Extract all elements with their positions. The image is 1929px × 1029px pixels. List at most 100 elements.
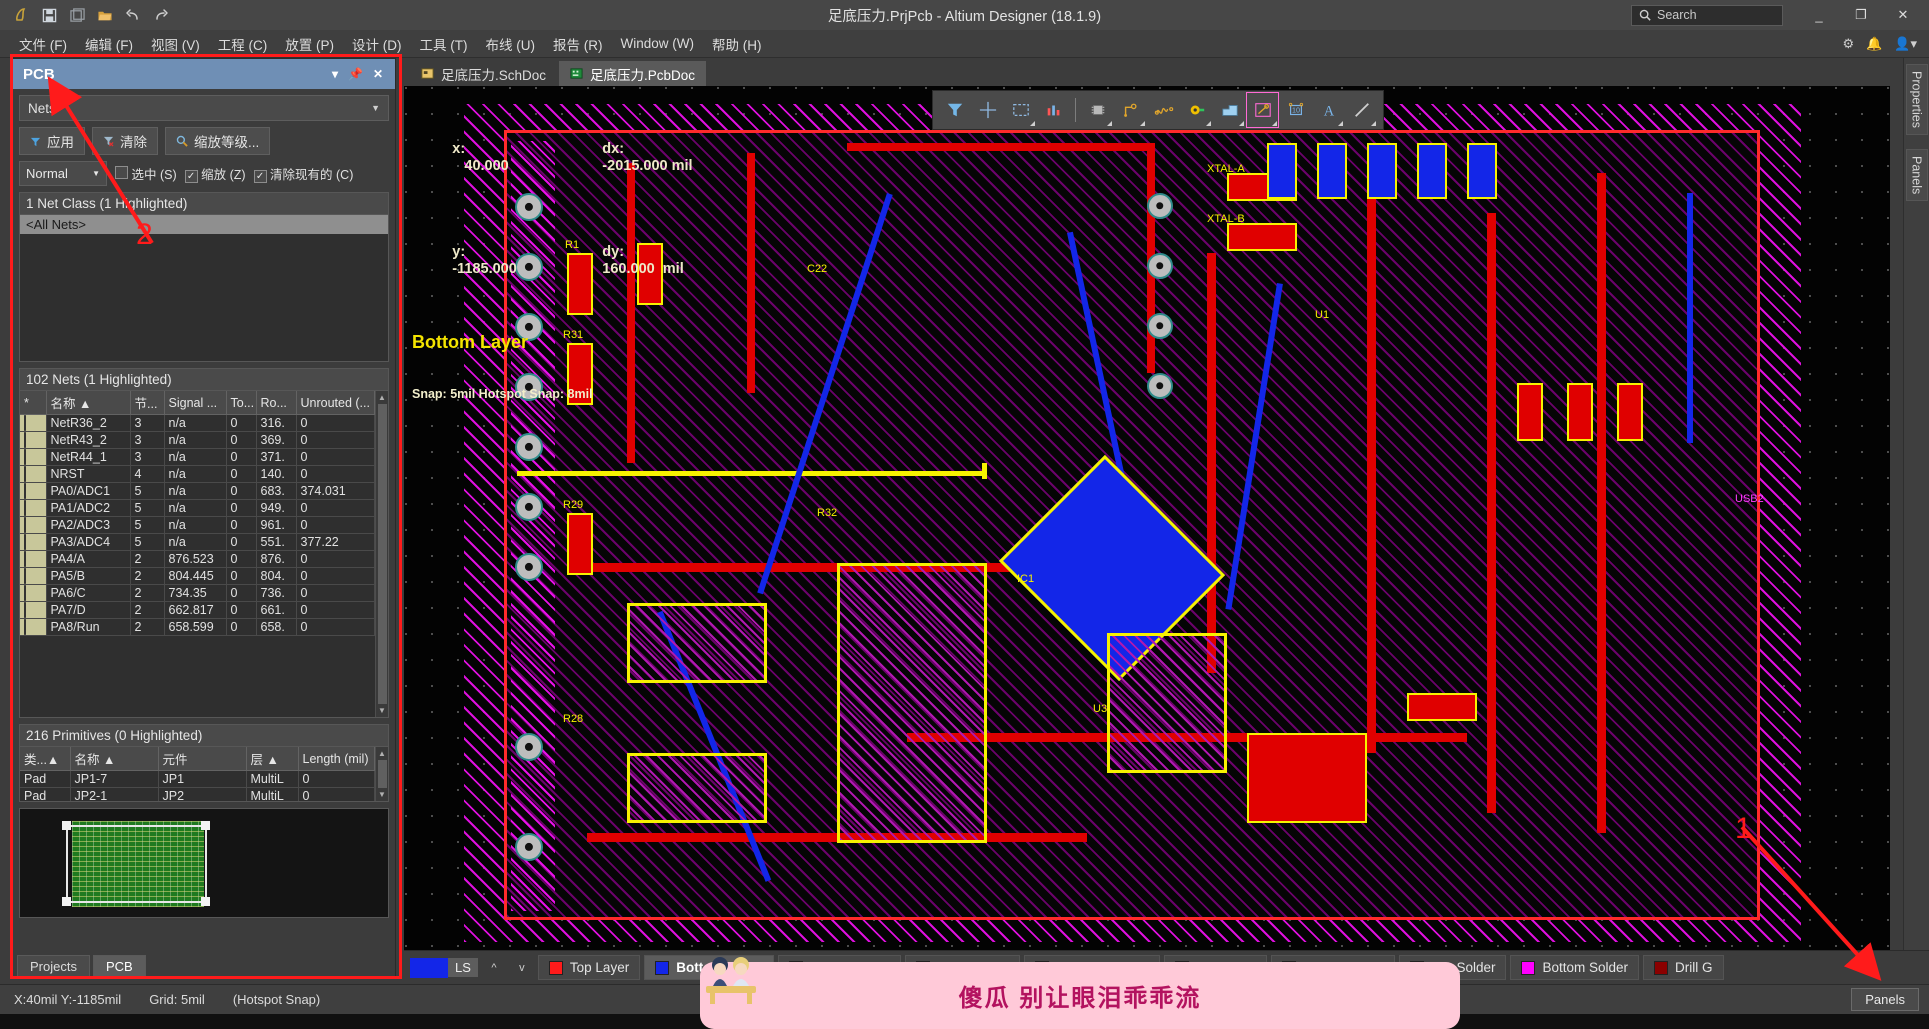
table-row[interactable]: NRST4n/a0140.0 xyxy=(20,466,375,483)
drill-table-icon[interactable]: 10 xyxy=(1280,93,1311,127)
component-block-4[interactable] xyxy=(1107,633,1227,773)
pad-blue-top-3[interactable] xyxy=(1367,143,1397,199)
filter-funnel-icon[interactable] xyxy=(939,93,970,127)
panels-button[interactable]: Panels xyxy=(1851,988,1919,1011)
table-row[interactable]: PA1/ADC25n/a0949.0 xyxy=(20,500,375,517)
pad-blue-top-4[interactable] xyxy=(1417,143,1447,199)
net-color-swatch[interactable] xyxy=(20,585,46,602)
chevron-down-icon[interactable]: ▾ xyxy=(332,67,338,81)
layer-set-selector[interactable]: LS xyxy=(410,958,478,978)
clear-existing-checkbox[interactable]: ✓ xyxy=(254,170,267,183)
apply-button[interactable]: 应用 xyxy=(19,127,85,155)
option-zoom[interactable]: ✓ 缩放 (Z) xyxy=(185,164,246,184)
via-9[interactable] xyxy=(515,833,543,861)
close-button[interactable]: ✕ xyxy=(1883,1,1923,29)
vtab-properties[interactable]: Properties xyxy=(1906,64,1928,135)
pcb-canvas[interactable]: R1 R31 R29 R28 C22 XTAL-A XTAL-B R32 IC1… xyxy=(404,86,1890,950)
pad-u2-body[interactable] xyxy=(1247,733,1367,823)
pad-r11[interactable] xyxy=(1517,383,1543,441)
nets-table[interactable]: * 名称 ▲ 节... Signal ... To... Ro... Unrou… xyxy=(20,391,375,636)
table-row[interactable]: PA8/Run2658.5990658.0 xyxy=(20,619,375,636)
differential-pair-icon[interactable] xyxy=(1148,93,1179,127)
table-row[interactable]: PadJP2-1JP2MultiL0 xyxy=(20,788,375,802)
layer-chip-bottom-solder[interactable]: Bottom Solder xyxy=(1510,955,1639,980)
pad-r12[interactable] xyxy=(1567,383,1593,441)
menu-tools[interactable]: 工具 (T) xyxy=(411,31,477,57)
menu-route[interactable]: 布线 (U) xyxy=(477,31,545,57)
net-color-swatch[interactable] xyxy=(20,551,46,568)
open-folder-icon[interactable] xyxy=(92,3,118,27)
board-preview[interactable] xyxy=(19,808,389,918)
pad-blue-top-5[interactable] xyxy=(1467,143,1497,199)
via-11[interactable] xyxy=(1147,253,1173,279)
via-13[interactable] xyxy=(1147,373,1173,399)
net-color-swatch[interactable] xyxy=(20,466,46,483)
net-class-item-all-nets[interactable]: <All Nets> xyxy=(20,215,388,234)
clear-button[interactable]: 清除 xyxy=(92,127,158,155)
redo-icon[interactable] xyxy=(148,3,174,27)
global-search-box[interactable]: Search xyxy=(1631,5,1783,26)
pad-xtal-b[interactable] xyxy=(1227,223,1297,251)
component-block-2[interactable] xyxy=(627,603,767,683)
scroll-down-icon[interactable]: ▼ xyxy=(378,706,386,715)
gear-icon[interactable]: ⚙ xyxy=(1842,36,1854,52)
save-all-icon[interactable] xyxy=(64,3,90,27)
table-row[interactable]: PA6/C2734.350736.0 xyxy=(20,585,375,602)
menu-reports[interactable]: 报告 (R) xyxy=(544,31,612,57)
via-12[interactable] xyxy=(1147,313,1173,339)
net-color-swatch[interactable] xyxy=(20,534,46,551)
panel-tab-pcb[interactable]: PCB xyxy=(93,955,146,977)
save-icon[interactable] xyxy=(36,3,62,27)
layer-set-label[interactable]: LS xyxy=(448,958,478,977)
select-rect-icon[interactable] xyxy=(1005,93,1036,127)
polygon-pour-icon[interactable] xyxy=(1214,93,1245,127)
option-clear-existing[interactable]: ✓ 清除现有的 (C) xyxy=(254,164,354,184)
nets-col-to[interactable]: To... xyxy=(226,391,256,415)
layer-scroll-down-icon[interactable]: v xyxy=(510,957,534,979)
net-color-swatch[interactable] xyxy=(20,483,46,500)
component-ic-icon[interactable] xyxy=(1082,93,1113,127)
pad-r13[interactable] xyxy=(1617,383,1643,441)
prim-col-layer[interactable]: 层 ▲ xyxy=(246,747,298,771)
altium-logo-icon[interactable] xyxy=(8,3,34,27)
menu-project[interactable]: 工程 (C) xyxy=(209,31,277,57)
nets-col-name[interactable]: 名称 ▲ xyxy=(46,391,130,415)
scroll-up-icon[interactable]: ▲ xyxy=(378,393,386,402)
prim-col-length[interactable]: Length (mil) xyxy=(298,747,375,771)
zoom-checkbox[interactable]: ✓ xyxy=(185,170,198,183)
menu-help[interactable]: 帮助 (H) xyxy=(703,31,771,57)
primitives-scrollbar[interactable]: ▲ ▼ xyxy=(375,747,388,801)
nets-col-ro[interactable]: Ro... xyxy=(256,391,296,415)
net-color-swatch[interactable] xyxy=(20,517,46,534)
route-net-icon[interactable] xyxy=(1115,93,1146,127)
via-8[interactable] xyxy=(515,733,543,761)
via-10[interactable] xyxy=(1147,193,1173,219)
primitives-scroll-thumb[interactable] xyxy=(378,760,387,788)
menu-view[interactable]: 视图 (V) xyxy=(142,31,209,57)
pad-u2[interactable] xyxy=(1407,693,1477,721)
preview-handle-tl[interactable] xyxy=(62,821,71,830)
prim-col-name[interactable]: 名称 ▲ xyxy=(70,747,158,771)
net-color-swatch[interactable] xyxy=(20,432,46,449)
vtab-panels[interactable]: Panels xyxy=(1906,149,1928,201)
mode-combo[interactable]: Normal ▼ xyxy=(19,161,107,186)
preview-handle-bl[interactable] xyxy=(62,897,71,906)
menu-edit[interactable]: 编辑 (F) xyxy=(76,31,142,57)
net-color-swatch[interactable] xyxy=(20,619,46,636)
table-row[interactable]: PA7/D2662.8170661.0 xyxy=(20,602,375,619)
table-row[interactable]: NetR43_23n/a0369.0 xyxy=(20,432,375,449)
net-color-swatch[interactable] xyxy=(20,568,46,585)
layer-chip-drill-g[interactable]: Drill G xyxy=(1643,955,1724,980)
via-7[interactable] xyxy=(515,553,543,581)
via-6[interactable] xyxy=(515,493,543,521)
table-row[interactable]: PA4/A2876.5230876.0 xyxy=(20,551,375,568)
preview-handle-tr[interactable] xyxy=(201,821,210,830)
table-row[interactable]: PA0/ADC15n/a0683.374.031 xyxy=(20,483,375,500)
pad-r29[interactable] xyxy=(567,513,593,575)
net-color-swatch[interactable] xyxy=(20,602,46,619)
select-checkbox[interactable] xyxy=(115,166,128,179)
dimension-icon[interactable] xyxy=(1247,93,1278,127)
component-ic1-footprint[interactable] xyxy=(837,563,987,843)
tab-schdoc[interactable]: 足底压力.SchDoc xyxy=(410,61,557,86)
primitives-table[interactable]: 类...▲ 名称 ▲ 元件 层 ▲ Length (mil) PadJP1-7J… xyxy=(20,747,375,801)
